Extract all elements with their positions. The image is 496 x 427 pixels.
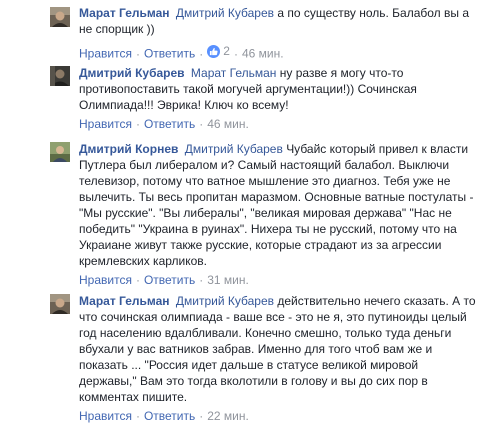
- reaction-count[interactable]: 2: [207, 43, 230, 59]
- separator: ·: [135, 117, 140, 131]
- comment-timestamp[interactable]: 46 мин.: [207, 117, 249, 131]
- comment-author[interactable]: Марат Гельман: [79, 294, 170, 308]
- user-photo-icon: [50, 66, 70, 86]
- reply-link[interactable]: Ответить: [144, 117, 195, 131]
- avatar[interactable]: [50, 294, 70, 314]
- comment-actions: Нравится · Ответить · 22 мин.: [79, 408, 478, 424]
- comment-timestamp[interactable]: 22 мин.: [207, 409, 249, 423]
- avatar[interactable]: [50, 7, 70, 27]
- comment-text: Чубайс который привел к власти Путлера б…: [79, 142, 474, 268]
- comment-timestamp[interactable]: 31 мин.: [207, 273, 249, 287]
- comment-body: Дмитрий Корнев Дмитрий Кубарев Чубайс ко…: [79, 141, 478, 288]
- comment-mention[interactable]: Дмитрий Кубарев: [185, 142, 283, 156]
- separator: ·: [135, 46, 140, 61]
- separator: ·: [135, 273, 140, 287]
- separator: ·: [233, 46, 238, 61]
- like-link[interactable]: Нравится: [79, 273, 132, 287]
- like-link[interactable]: Нравится: [79, 409, 132, 423]
- comment-actions: Нравится · Ответить · 31 мин.: [79, 272, 478, 288]
- comment-thread: Марат Гельман Дмитрий Кубарев а по сущес…: [0, 0, 496, 427]
- reply-link[interactable]: Ответить: [144, 273, 195, 287]
- comment-timestamp[interactable]: 46 мин.: [242, 47, 284, 61]
- like-icon: [207, 44, 221, 58]
- comment-actions: Нравится · Ответить · 2 · 46 мин.: [79, 43, 478, 62]
- separator: ·: [199, 409, 204, 423]
- user-photo-icon: [50, 142, 70, 162]
- user-photo-icon: [50, 7, 70, 27]
- comment-mention[interactable]: Марат Гельман: [191, 66, 277, 80]
- separator: ·: [199, 273, 204, 287]
- avatar[interactable]: [50, 66, 70, 86]
- comment-author[interactable]: Дмитрий Корнев: [79, 142, 178, 156]
- comment-mention[interactable]: Дмитрий Кубарев: [176, 6, 274, 20]
- reply-link[interactable]: Ответить: [144, 47, 195, 61]
- separator: ·: [135, 409, 140, 423]
- separator: ·: [199, 117, 204, 131]
- comment-body: Марат Гельман Дмитрий Кубарев действител…: [79, 293, 478, 424]
- avatar[interactable]: [50, 142, 70, 162]
- comment-actions: Нравится · Ответить · 46 мин.: [79, 116, 478, 132]
- user-photo-icon: [50, 294, 70, 314]
- comment-body: Дмитрий Кубарев Марат Гельман ну разве я…: [79, 65, 478, 132]
- comment-text: действительно нечего сказать. А то что с…: [79, 294, 476, 404]
- comment-author[interactable]: Дмитрий Кубарев: [79, 66, 185, 80]
- like-link[interactable]: Нравится: [79, 117, 132, 131]
- like-link[interactable]: Нравится: [79, 47, 132, 61]
- comment-body: Марат Гельман Дмитрий Кубарев а по сущес…: [79, 5, 478, 62]
- comment-mention[interactable]: Дмитрий Кубарев: [176, 294, 274, 308]
- comment-author[interactable]: Марат Гельман: [79, 6, 170, 20]
- separator: ·: [199, 46, 204, 61]
- reply-link[interactable]: Ответить: [144, 409, 195, 423]
